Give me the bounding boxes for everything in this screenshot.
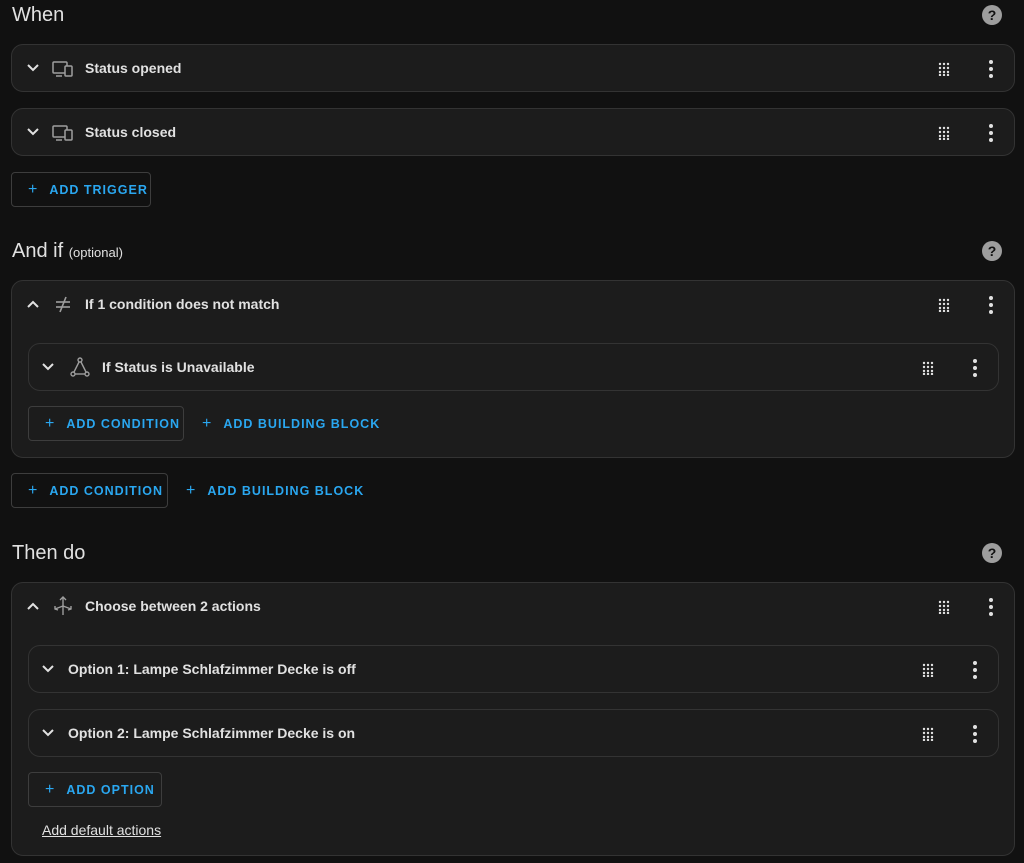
drag-handle-icon[interactable] [922, 727, 936, 741]
add-trigger-button[interactable]: + ADD TRIGGER [11, 172, 151, 207]
drag-handle-icon[interactable] [938, 62, 952, 76]
optional-label: (optional) [68, 245, 123, 260]
drag-handle-icon[interactable] [938, 600, 952, 614]
drag-handle-icon[interactable] [938, 126, 952, 140]
more-menu-icon[interactable] [965, 356, 985, 380]
device-icon [52, 125, 73, 141]
chevron-down-icon[interactable] [38, 357, 58, 377]
drag-handle-icon[interactable] [922, 663, 936, 677]
condition-group-card: If 1 condition does not match If Status … [11, 280, 1015, 458]
and-if-help-icon[interactable]: ? [982, 241, 1002, 261]
chevron-down-icon[interactable] [23, 58, 43, 78]
add-trigger-label: ADD TRIGGER [49, 182, 148, 197]
plus-icon: + [202, 414, 212, 432]
chevron-down-icon[interactable] [38, 723, 58, 743]
add-building-block-button[interactable]: + ADD BUILDING BLOCK [202, 406, 380, 441]
plus-icon: + [186, 481, 196, 499]
condition-label: If Status is Unavailable [102, 359, 255, 375]
plus-icon: + [28, 180, 38, 198]
then-do-help-icon[interactable]: ? [982, 543, 1002, 563]
option-label: Option 2: Lampe Schlafzimmer Decke is on [68, 725, 356, 741]
add-option-label: ADD OPTION [66, 782, 155, 797]
add-building-block-label: ADD BUILDING BLOCK [207, 483, 365, 498]
add-building-block-button[interactable]: + ADD BUILDING BLOCK [186, 473, 364, 508]
trigger-label: Status closed [85, 124, 177, 140]
add-condition-button[interactable]: + ADD CONDITION [11, 473, 168, 508]
add-condition-label: ADD CONDITION [49, 483, 164, 498]
add-default-actions-link[interactable]: Add default actions [42, 822, 161, 838]
not-equal-icon [56, 296, 70, 313]
trigger-card[interactable]: Status closed [11, 108, 1015, 156]
drag-handle-icon[interactable] [938, 298, 952, 312]
option-card[interactable]: Option 1: Lampe Schlafzimmer Decke is of… [28, 645, 999, 693]
chevron-up-icon[interactable] [23, 596, 43, 616]
option-card[interactable]: Option 2: Lampe Schlafzimmer Decke is on [28, 709, 999, 757]
add-condition-button[interactable]: + ADD CONDITION [28, 406, 184, 441]
chevron-down-icon[interactable] [23, 122, 43, 142]
condition-card[interactable]: If Status is Unavailable [28, 343, 999, 391]
plus-icon: + [28, 481, 38, 499]
more-menu-icon[interactable] [981, 57, 1001, 81]
then-do-title: Then do [12, 542, 86, 564]
device-icon [52, 61, 73, 77]
plus-icon: + [45, 780, 55, 798]
more-menu-icon[interactable] [965, 722, 985, 746]
and-if-title-text: And if [12, 240, 64, 262]
more-menu-icon[interactable] [981, 595, 1001, 619]
choose-arrows-icon [54, 596, 72, 615]
choose-action-card: Choose between 2 actions Option 1: Lampe… [11, 582, 1015, 856]
add-option-button[interactable]: + ADD OPTION [28, 772, 162, 807]
choose-label: Choose between 2 actions [85, 598, 261, 614]
chevron-down-icon[interactable] [38, 659, 58, 679]
state-icon [70, 357, 90, 377]
more-menu-icon[interactable] [981, 121, 1001, 145]
condition-group-label: If 1 condition does not match [85, 296, 280, 312]
when-help-icon[interactable]: ? [982, 5, 1002, 25]
trigger-label: Status opened [85, 60, 182, 76]
trigger-card[interactable]: Status opened [11, 44, 1015, 92]
when-title: When [12, 4, 65, 26]
chevron-up-icon[interactable] [23, 294, 43, 314]
option-label: Option 1: Lampe Schlafzimmer Decke is of… [68, 661, 356, 677]
and-if-title: And if (optional) [12, 240, 123, 263]
more-menu-icon[interactable] [981, 293, 1001, 317]
more-menu-icon[interactable] [965, 658, 985, 682]
add-building-block-label: ADD BUILDING BLOCK [223, 416, 381, 431]
plus-icon: + [45, 414, 55, 432]
drag-handle-icon[interactable] [922, 361, 936, 375]
add-condition-label: ADD CONDITION [66, 416, 181, 431]
